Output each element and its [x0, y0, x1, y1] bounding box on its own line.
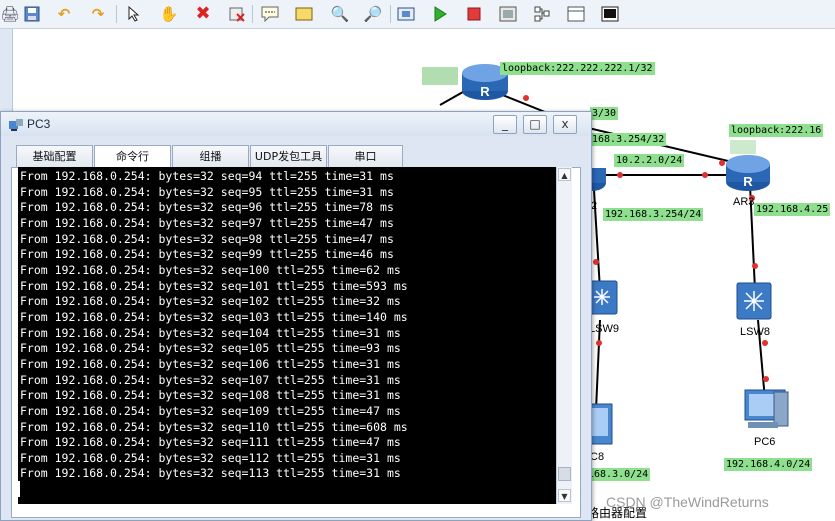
console-line: From 192.168.0.254: bytes=32 seq=105 ttl…	[20, 341, 401, 356]
console-line: From 192.168.0.254: bytes=32 seq=98 ttl=…	[20, 231, 394, 246]
console-line: From 192.168.0.254: bytes=32 seq=106 ttl…	[20, 356, 401, 371]
console-line: From 192.168.0.254: bytes=32 seq=101 ttl…	[20, 278, 408, 293]
console-line: From 192.168.0.254: bytes=32 seq=109 ttl…	[20, 403, 401, 418]
console-scrollbar[interactable]: ▲ ▼	[556, 167, 572, 504]
loopback-label-top: loopback:222.222.222.1/32	[500, 62, 655, 75]
console-line: From 192.168.0.254: bytes=32 seq=97 ttl=…	[20, 215, 394, 230]
console-cursor	[18, 481, 20, 497]
network-label-168-3-254-32: 168.3.254/32	[590, 133, 667, 146]
console-line: From 192.168.0.254: bytes=32 seq=111 ttl…	[20, 435, 401, 450]
device-label-lsw8: LSW8	[740, 326, 770, 338]
close-button[interactable]: x	[553, 115, 577, 134]
console-line: From 192.168.0.254: bytes=32 seq=100 ttl…	[20, 262, 401, 277]
command-console[interactable]: From 192.168.0.254: bytes=32 seq=94 ttl=…	[18, 167, 556, 504]
router-ar3-icon[interactable]: R	[726, 155, 770, 191]
network-label-30: 3/30	[590, 107, 619, 120]
pc3-app-icon	[8, 117, 24, 136]
network-label-168-4-0: 192.168.4.0/24	[724, 458, 813, 471]
console-line: From 192.168.0.254: bytes=32 seq=113 ttl…	[20, 466, 401, 481]
scroll-up-arrow-icon[interactable]: ▲	[558, 168, 571, 181]
tab-basic-config[interactable]: 基础配置	[16, 145, 93, 168]
svg-text:R: R	[743, 174, 753, 189]
csdn-watermark: CSDN @TheWindReturns	[606, 494, 769, 510]
console-line: From 192.168.0.254: bytes=32 seq=110 ttl…	[20, 419, 408, 434]
device-label-ar3: AR3	[733, 196, 755, 208]
device-label-pc8: C8	[590, 451, 605, 463]
console-line: From 192.168.0.254: bytes=32 seq=99 ttl=…	[20, 247, 394, 262]
console-line: From 192.168.0.254: bytes=32 seq=95 ttl=…	[20, 184, 394, 199]
console-line: From 192.168.0.254: bytes=32 seq=112 ttl…	[20, 450, 401, 465]
console-line: From 192.168.0.254: bytes=32 seq=96 ttl=…	[20, 200, 394, 215]
tab-multicast[interactable]: 组播	[172, 145, 249, 168]
device-label-pc6: PC6	[754, 436, 776, 448]
network-label-168-3-0: 168.3.0/24	[586, 468, 651, 481]
network-label-168-3-254-24: 192.168.3.254/24	[603, 208, 704, 221]
tab-serial-port[interactable]: 串口	[328, 145, 403, 168]
minimize-button[interactable]: _	[493, 115, 517, 134]
console-line: From 192.168.0.254: bytes=32 seq=94 ttl=…	[20, 169, 394, 183]
console-output: From 192.168.0.254: bytes=32 seq=94 ttl=…	[20, 169, 408, 482]
device-label-lsw9: LSW9	[589, 323, 619, 335]
tab-udp-tool[interactable]: UDP发包工具	[250, 145, 327, 168]
tab-command-line[interactable]: 命令行	[94, 145, 171, 168]
console-line: From 192.168.0.254: bytes=32 seq=104 ttl…	[20, 325, 401, 340]
network-label-168-4-25: 192.168.4.25	[754, 203, 831, 216]
switch-lsw8-icon[interactable]	[736, 282, 772, 320]
console-line: From 192.168.0.254: bytes=32 seq=108 ttl…	[20, 388, 401, 403]
pc6-icon[interactable]	[744, 389, 789, 428]
console-line: From 192.168.0.254: bytes=32 seq=102 ttl…	[20, 294, 401, 309]
pc3-window-title: PC3	[27, 117, 51, 131]
console-line: From 192.168.0.254: bytes=32 seq=107 ttl…	[20, 372, 401, 387]
pc3-titlebar[interactable]: PC3 _ □ x	[1, 112, 591, 136]
svg-text:R: R	[480, 84, 490, 99]
network-label-10-2-2-0: 10.2.2.0/24	[614, 154, 685, 167]
maximize-button[interactable]: □	[523, 115, 547, 134]
loopback-label-ar3: loopback:222.16	[729, 124, 824, 137]
scroll-thumb[interactable]	[558, 467, 571, 481]
scroll-down-arrow-icon[interactable]: ▼	[558, 489, 571, 502]
console-line: From 192.168.0.254: bytes=32 seq=103 ttl…	[20, 309, 408, 324]
